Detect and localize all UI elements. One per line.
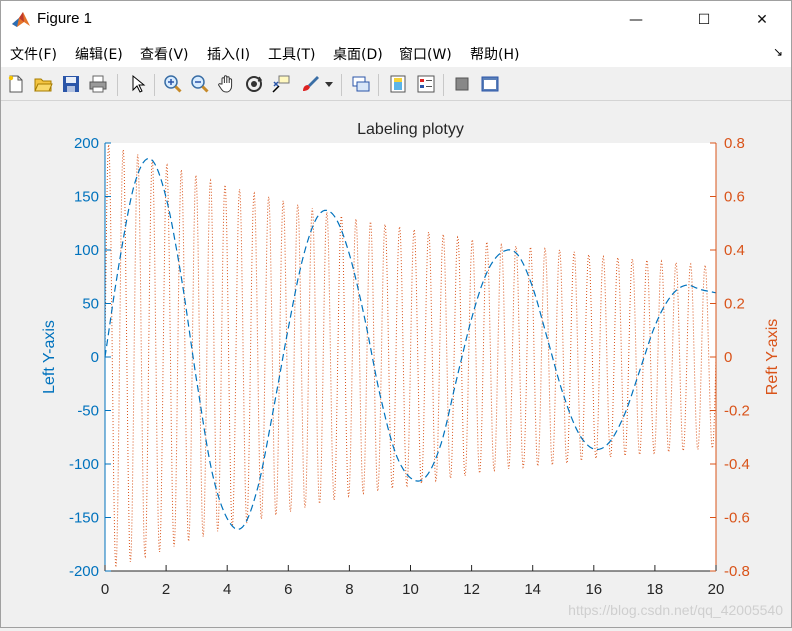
right-tick-label: -0.4	[724, 456, 750, 473]
matlab-logo-icon	[12, 12, 30, 27]
left-tick-label: 50	[82, 296, 99, 313]
pan-hand-icon[interactable]	[215, 72, 239, 96]
show-plot-tools-icon[interactable]	[478, 72, 502, 96]
menu-help[interactable]: 帮助(H)	[470, 44, 519, 64]
x-tick-label: 4	[223, 581, 231, 598]
menu-bar: 文件(F) 编辑(E) 查看(V) 插入(I) 工具(T) 桌面(D) 窗口(W…	[1, 39, 791, 67]
left-tick-label: -150	[69, 510, 99, 527]
menu-insert[interactable]: 插入(I)	[207, 44, 250, 64]
save-icon[interactable]	[59, 72, 83, 96]
right-tick-label: -0.6	[724, 510, 750, 527]
right-tick-label: 0.4	[724, 242, 745, 259]
menu-edit[interactable]: 编辑(E)	[75, 44, 123, 64]
left-tick-label: 200	[74, 135, 99, 152]
x-tick-label: 12	[463, 581, 480, 598]
right-tick-label: 0	[724, 349, 732, 366]
brush-icon[interactable]	[298, 72, 322, 96]
zoom-out-icon[interactable]	[188, 72, 212, 96]
right-y-axis-label: Reft Y-axis	[764, 319, 781, 395]
left-tick-label: -100	[69, 456, 99, 473]
rotate-3d-icon[interactable]	[242, 72, 266, 96]
menu-view[interactable]: 查看(V)	[140, 44, 189, 64]
toolbar-separator	[378, 74, 379, 96]
watermark-text: https://blog.csdn.net/qq_42005540	[568, 602, 783, 618]
minimize-button[interactable]: —	[613, 1, 659, 39]
maximize-button[interactable]: ☐	[681, 1, 727, 39]
insert-legend-icon[interactable]	[414, 72, 438, 96]
figure-canvas: 0 2 4 6 8 10 12 14 16 18 20 200 150 100 50 0 -50 -100 -150…	[1, 101, 791, 627]
left-y-axis-label: Left Y-axis	[41, 320, 58, 394]
x-tick-label: 6	[284, 581, 292, 598]
right-tick-label: -0.8	[724, 563, 750, 580]
chart-title: Labeling plotyy	[357, 121, 464, 138]
toolbar	[1, 68, 791, 101]
brush-dropdown-icon[interactable]	[323, 72, 335, 96]
menu-file[interactable]: 文件(F)	[10, 44, 57, 64]
plotyy-chart: 0 2 4 6 8 10 12 14 16 18 20 200 150 100 50 0 -50 -100 -150…	[41, 121, 783, 618]
x-tick-label: 14	[524, 581, 541, 598]
window-title: Figure 1	[37, 10, 93, 27]
open-file-icon[interactable]	[31, 72, 55, 96]
toolbar-separator	[341, 74, 342, 96]
dock-arrow-icon[interactable]: ↘	[773, 45, 783, 59]
menu-tools[interactable]: 工具(T)	[268, 44, 315, 64]
title-bar: Figure 1 — ☐ ✕	[1, 1, 791, 39]
left-tick-label: 150	[74, 189, 99, 206]
figure-window: Figure 1 — ☐ ✕ 文件(F) 编辑(E) 查看(V) 插入(I) 工…	[0, 0, 792, 628]
left-tick-label: -200	[69, 563, 99, 580]
right-tick-label: 0.2	[724, 296, 745, 313]
x-tick-label: 10	[402, 581, 419, 598]
zoom-in-icon[interactable]	[161, 72, 185, 96]
x-tick-label: 8	[345, 581, 353, 598]
x-tick-label: 2	[162, 581, 170, 598]
link-plot-icon[interactable]	[349, 72, 373, 96]
left-tick-label: 0	[91, 349, 99, 366]
toolbar-separator	[117, 74, 118, 96]
x-tick-label: 20	[708, 581, 725, 598]
left-tick-label: 100	[74, 242, 99, 259]
left-tick-label: -50	[77, 403, 99, 420]
insert-colorbar-icon[interactable]	[386, 72, 410, 96]
menu-desktop[interactable]: 桌面(D)	[333, 44, 383, 64]
data-cursor-icon[interactable]	[269, 72, 293, 96]
x-tick-label: 16	[585, 581, 602, 598]
hide-plot-tools-icon[interactable]	[450, 72, 474, 96]
close-button[interactable]: ✕	[739, 1, 785, 39]
select-arrow-icon[interactable]	[125, 72, 149, 96]
right-tick-label: 0.8	[724, 135, 745, 152]
toolbar-separator	[154, 74, 155, 96]
new-figure-icon[interactable]	[4, 72, 28, 96]
right-tick-label: -0.2	[724, 403, 750, 420]
toolbar-separator	[443, 74, 444, 96]
x-tick-label: 0	[101, 581, 109, 598]
print-icon[interactable]	[86, 72, 110, 96]
right-tick-label: 0.6	[724, 189, 745, 206]
menu-window[interactable]: 窗口(W)	[399, 44, 452, 64]
x-tick-label: 18	[647, 581, 664, 598]
